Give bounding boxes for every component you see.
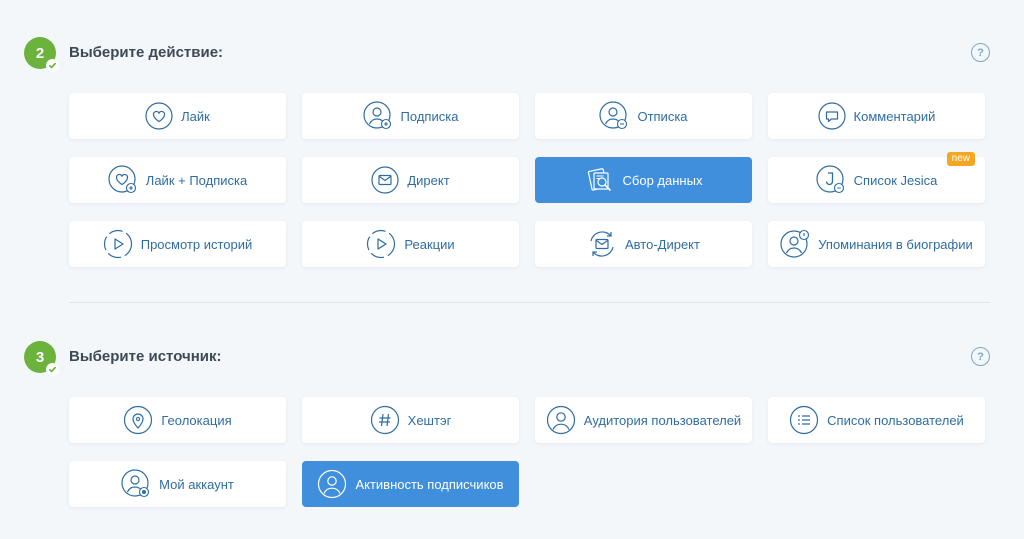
- button-label: Геолокация: [161, 412, 232, 428]
- button-label: Активность подписчиков: [355, 476, 504, 492]
- section-divider: [69, 302, 990, 303]
- button-label: Лайк: [181, 108, 210, 124]
- user-mention-icon: [780, 229, 810, 258]
- check-icon: [46, 59, 59, 72]
- source-hashtag-button[interactable]: Хештэг: [302, 397, 519, 443]
- user-icon: [318, 469, 347, 499]
- help-icon[interactable]: ?: [971, 43, 990, 62]
- action-comment-button[interactable]: Комментарий: [768, 93, 985, 139]
- source-geolocation-button[interactable]: Геолокация: [69, 397, 286, 443]
- button-label: Отписка: [637, 108, 688, 124]
- data-collection-icon: [587, 168, 611, 191]
- story-play-icon: [367, 229, 396, 259]
- check-icon: [46, 363, 59, 376]
- button-label: Директ: [407, 172, 450, 188]
- hashtag-icon: [370, 405, 399, 435]
- auto-mail-icon: [590, 231, 614, 257]
- button-label: Сбор данных: [622, 172, 703, 188]
- action-unfollow-button[interactable]: Отписка: [535, 93, 752, 139]
- button-label: Реакции: [404, 236, 455, 252]
- heart-plus-icon: [108, 165, 136, 194]
- button-label: Список пользователей: [827, 412, 964, 428]
- user-icon: [546, 405, 575, 435]
- location-pin-icon: [124, 405, 153, 435]
- user-plus-icon: [362, 101, 391, 130]
- list-icon: [790, 405, 819, 435]
- button-label: Подписка: [400, 108, 459, 124]
- action-direct-button[interactable]: Директ: [302, 157, 519, 203]
- step-3-badge: 3: [24, 341, 59, 376]
- button-label: Просмотр историй: [140, 236, 253, 252]
- button-label: Лайк + Подписка: [145, 172, 248, 188]
- button-label: Упоминания в биографии: [818, 236, 973, 252]
- action-like-button[interactable]: Лайк: [69, 93, 286, 139]
- button-label: Хештэг: [407, 412, 452, 428]
- user-minus-icon: [599, 101, 628, 130]
- step-2-badge: 2: [24, 37, 59, 72]
- comment-icon: [817, 102, 846, 130]
- story-play-icon: [103, 229, 132, 259]
- step-2-title: Выберите действие:: [69, 44, 224, 61]
- action-data-collection-button[interactable]: Сбор данных: [535, 157, 752, 203]
- action-bio-mentions-button[interactable]: Упоминания в биографии: [768, 221, 985, 267]
- source-my-account-button[interactable]: Мой аккаунт: [69, 461, 286, 507]
- user-dot-icon: [121, 469, 150, 498]
- mail-icon: [371, 166, 399, 194]
- button-label: Мой аккаунт: [159, 476, 234, 492]
- button-label: Аудитория пользователей: [583, 412, 742, 428]
- action-jesica-list-button[interactable]: new Список Jesica: [768, 152, 985, 203]
- action-view-stories-button[interactable]: Просмотр историй: [69, 221, 286, 267]
- button-label: Авто-Директ: [625, 236, 700, 252]
- action-reactions-button[interactable]: Реакции: [302, 221, 519, 267]
- source-user-audience-button[interactable]: Аудитория пользователей: [535, 397, 752, 443]
- step-number: 3: [35, 348, 45, 366]
- button-label: Список Jesica: [853, 172, 938, 188]
- help-icon[interactable]: ?: [971, 347, 990, 366]
- action-like-follow-button[interactable]: Лайк + Подписка: [69, 157, 286, 203]
- heart-icon: [145, 102, 173, 130]
- source-user-list-button[interactable]: Список пользователей: [768, 397, 985, 443]
- j-icon: [816, 165, 844, 194]
- new-badge: new: [946, 152, 975, 166]
- step-number: 2: [35, 44, 45, 62]
- action-follow-button[interactable]: Подписка: [302, 93, 519, 139]
- step-3-title: Выберите источник:: [69, 348, 222, 365]
- button-label: Комментарий: [853, 108, 936, 124]
- action-auto-direct-button[interactable]: Авто-Директ: [535, 221, 752, 267]
- source-follower-activity-button[interactable]: Активность подписчиков: [302, 461, 519, 507]
